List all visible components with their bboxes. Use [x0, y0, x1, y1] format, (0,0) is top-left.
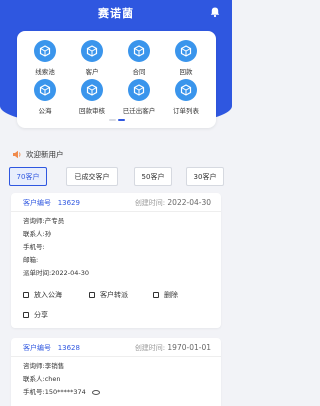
cube-icon — [34, 40, 56, 62]
created-time: 创建时间: 1970-01-01 — [134, 343, 211, 352]
menu-label: 回款审核 — [79, 107, 105, 115]
menu-item-moved-out-customers[interactable]: 已迁出客户 — [119, 79, 159, 115]
menu-label: 订单列表 — [173, 107, 199, 115]
cube-icon — [128, 40, 150, 62]
page-indicator — [109, 119, 129, 121]
consultant: 咨询师:产专员 — [23, 217, 65, 225]
tab-50-customers[interactable]: 50客户 — [134, 167, 172, 186]
tab-closed-customers[interactable]: 已成交客户 — [66, 167, 118, 186]
tab-30-customers[interactable]: 30客户 — [186, 167, 224, 186]
menu-item-orders[interactable]: 订单列表 — [166, 79, 206, 115]
put-public-pool-button[interactable]: 放入公海 — [23, 290, 62, 300]
contact-person: 联系人:孙 — [23, 230, 52, 238]
share-button[interactable]: 分享 — [23, 310, 48, 320]
cube-icon — [175, 79, 197, 101]
phone-number: 手机号:150*****374 — [23, 386, 100, 396]
notice-bar: 欢迎新用户 — [12, 148, 64, 160]
doc-icon — [153, 292, 159, 298]
bell-icon[interactable] — [209, 6, 221, 18]
menu-label: 客户 — [85, 68, 99, 76]
menu-label: 回款 — [179, 68, 193, 76]
menu-label: 合同 — [132, 68, 146, 76]
quick-menu: 线索池 客户 合同 回款 公海 回款审核 已迁出客户 订单列表 — [17, 31, 216, 128]
contact-person: 联系人:chen — [23, 375, 61, 383]
page-dot — [109, 119, 116, 121]
cube-icon — [81, 40, 103, 62]
menu-item-payments[interactable]: 回款 — [166, 40, 206, 76]
menu-item-payment-review[interactable]: 回款审核 — [72, 79, 112, 115]
email: 邮箱: — [23, 256, 39, 264]
consultant: 咨询师:李销售 — [23, 362, 65, 370]
transfer-customer-button[interactable]: 客户转派 — [89, 290, 128, 300]
page-dot-active — [118, 119, 125, 121]
card-header: 客户编号 13628 创建时间: 1970-01-01 — [11, 338, 221, 357]
cube-icon — [128, 79, 150, 101]
card-header: 客户编号 13629 创建时间: 2022-04-30 — [11, 193, 221, 212]
cube-icon — [175, 40, 197, 62]
menu-label: 公海 — [38, 107, 52, 115]
cube-icon — [81, 79, 103, 101]
menu-label: 线索池 — [35, 68, 55, 76]
doc-icon — [23, 312, 29, 318]
menu-item-public-pool[interactable]: 公海 — [25, 79, 65, 115]
doc-icon — [89, 292, 95, 298]
menu-item-leads[interactable]: 线索池 — [25, 40, 65, 76]
created-time: 创建时间: 2022-04-30 — [134, 198, 211, 207]
customer-card[interactable]: 客户编号 13628 创建时间: 1970-01-01 咨询师:李销售 联系人:… — [11, 338, 221, 406]
doc-icon — [23, 292, 29, 298]
customer-number: 客户编号 13629 — [23, 199, 80, 207]
tab-70-customers[interactable]: 70客户 — [9, 167, 47, 186]
delete-button[interactable]: 删除 — [153, 290, 178, 300]
notice-text: 欢迎新用户 — [26, 149, 64, 159]
customer-tabs: 70客户 已成交客户 50客户 30客户 — [9, 167, 224, 187]
eye-icon[interactable] — [91, 389, 100, 395]
dispatch-time: 派单时间:2022-04-30 — [23, 269, 89, 277]
menu-item-contracts[interactable]: 合同 — [119, 40, 159, 76]
customer-card[interactable]: 客户编号 13629 创建时间: 2022-04-30 咨询师:产专员 联系人:… — [11, 193, 221, 328]
app-title: 赛诺菌 — [98, 7, 134, 20]
cube-icon — [34, 79, 56, 101]
speaker-icon — [13, 150, 21, 158]
phone-number: 手机号: — [23, 243, 45, 251]
customer-number: 客户编号 13628 — [23, 344, 80, 352]
menu-label: 已迁出客户 — [122, 107, 156, 115]
menu-item-customers[interactable]: 客户 — [72, 40, 112, 76]
